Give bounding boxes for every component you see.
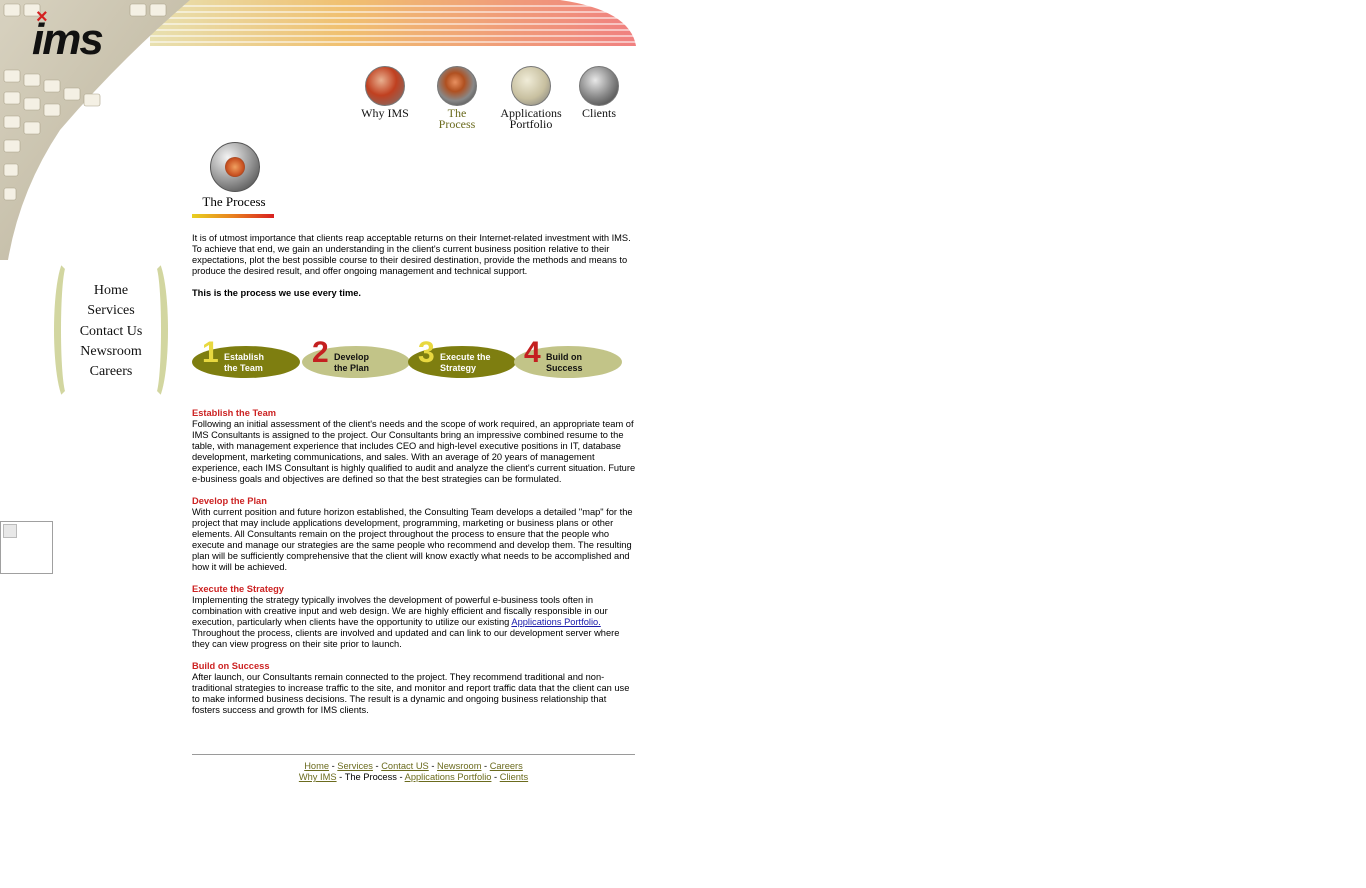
- topnav-the-process[interactable]: The Process: [430, 66, 484, 130]
- section-build: Build on Success After launch, our Consu…: [192, 661, 636, 716]
- topnav-clients[interactable]: Clients: [576, 66, 622, 119]
- footer-separator: -: [336, 772, 345, 782]
- ims-logo[interactable]: ims: [32, 18, 104, 62]
- footer-separator: -: [372, 761, 382, 771]
- side-navigation: Home Services Contact Us Newsroom Career…: [54, 258, 168, 402]
- process-steps: 1 Establish the Team 2 Develop the Plan …: [192, 338, 624, 380]
- step-develop-the-plan[interactable]: 2 Develop the Plan: [302, 338, 412, 380]
- step-establish-the-team[interactable]: 1 Establish the Team: [192, 338, 302, 380]
- gear-icon: [437, 66, 477, 106]
- footer-separator: -: [396, 772, 405, 782]
- footer-separator: -: [491, 772, 500, 782]
- process-tagline: This is the process we use every time.: [192, 288, 361, 298]
- section-develop: Develop the Plan With current position a…: [192, 496, 636, 573]
- step-label: Establish the Team: [224, 352, 265, 373]
- section-body: Following an initial assessment of the c…: [192, 419, 636, 484]
- sidenav-item-home[interactable]: Home: [68, 281, 154, 301]
- section-body: With current position and future horizon…: [192, 507, 633, 572]
- page-title: The Process: [202, 194, 266, 209]
- footer-row-1: Home - Services - Contact US - Newsroom …: [192, 761, 635, 772]
- footer-link-careers[interactable]: Careers: [490, 761, 523, 771]
- page-heading-block: The Process: [192, 142, 276, 218]
- topnav-label: The Process: [438, 106, 476, 131]
- intro-content: It is of utmost importance that clients …: [192, 233, 636, 299]
- footer-current-page: The Process: [344, 772, 397, 782]
- section-body: Implementing the strategy typically invo…: [192, 595, 636, 650]
- process-sections: Establish the Team Following an initial …: [192, 408, 636, 727]
- footer-links: Home - Services - Contact US - Newsroom …: [192, 761, 635, 783]
- intro-paragraph: It is of utmost importance that clients …: [192, 233, 631, 276]
- step-number: 1: [202, 336, 219, 369]
- topnav-label: Clients: [581, 106, 616, 120]
- footer-link-contact[interactable]: Contact US: [381, 761, 429, 771]
- step-execute-the-strategy[interactable]: 3 Execute the Strategy: [408, 338, 518, 380]
- topnav-label: Why IMS: [361, 106, 409, 120]
- applications-portfolio-link[interactable]: Applications Portfolio.: [511, 617, 600, 627]
- section-body: After launch, our Consultants remain con…: [192, 672, 630, 715]
- binary-code-icon: [511, 66, 551, 106]
- businessman-icon: [579, 66, 619, 106]
- sidenav-item-services[interactable]: Services: [68, 301, 154, 321]
- topnav-label: Applications Portfolio: [500, 106, 562, 131]
- footer-link-home[interactable]: Home: [304, 761, 329, 771]
- footer-link-services[interactable]: Services: [337, 761, 373, 771]
- footer-separator: -: [428, 761, 438, 771]
- section-title: Develop the Plan: [192, 496, 267, 506]
- topnav-why-ims[interactable]: Why IMS: [358, 66, 412, 119]
- sidenav-item-newsroom[interactable]: Newsroom: [68, 342, 154, 362]
- footer-link-portfolio[interactable]: Applications Portfolio: [405, 772, 492, 782]
- footer-link-newsroom[interactable]: Newsroom: [437, 761, 481, 771]
- section-execute: Execute the Strategy Implementing the st…: [192, 584, 636, 650]
- step-number: 3: [418, 336, 435, 369]
- step-label: Execute the Strategy: [440, 352, 491, 373]
- sidenav-item-contact-us[interactable]: Contact Us: [68, 322, 154, 342]
- footer-link-why-ims[interactable]: Why IMS: [299, 772, 337, 782]
- section-title: Establish the Team: [192, 408, 277, 418]
- chess-pieces-icon: [365, 66, 405, 106]
- footer-link-clients[interactable]: Clients: [500, 772, 528, 782]
- step-number: 2: [312, 336, 329, 369]
- gear-icon: [210, 142, 260, 192]
- section-body-text: Throughout the process, clients are invo…: [192, 628, 620, 649]
- step-label: Develop the Plan: [334, 352, 370, 373]
- sidenav-item-careers[interactable]: Careers: [68, 362, 154, 382]
- step-number: 4: [524, 336, 541, 369]
- broken-image-icon: [0, 521, 53, 574]
- footer-separator: -: [481, 761, 490, 771]
- footer-divider: [192, 754, 635, 755]
- footer-row-2: Why IMS - The Process - Applications Por…: [192, 772, 635, 783]
- section-title: Execute the Strategy: [192, 584, 284, 594]
- step-label: Build on Success: [546, 352, 583, 373]
- section-title: Build on Success: [192, 661, 270, 671]
- step-build-on-success[interactable]: 4 Build on Success: [514, 338, 624, 380]
- section-establish: Establish the Team Following an initial …: [192, 408, 636, 485]
- topnav-applications-portfolio[interactable]: Applications Portfolio: [496, 66, 566, 130]
- heading-underline: [192, 214, 274, 218]
